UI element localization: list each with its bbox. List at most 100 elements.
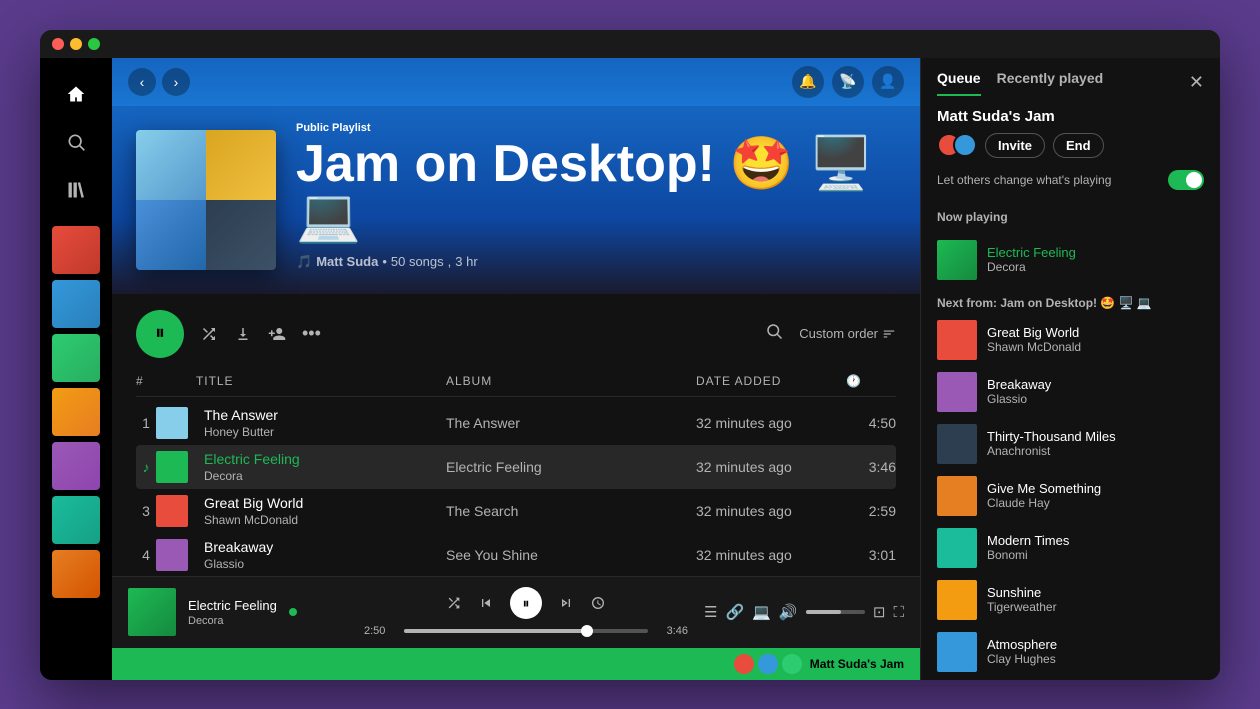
rp-queue-item[interactable]: Atmosphere Clay Hughes xyxy=(929,626,1212,678)
rp-current-track[interactable]: Electric Feeling Decora xyxy=(921,232,1220,288)
np-prev-button[interactable] xyxy=(478,595,494,611)
sidebar-item-home[interactable] xyxy=(56,74,96,114)
track-artist: Shawn McDonald xyxy=(204,513,446,527)
track-title: Great Big World xyxy=(204,495,446,511)
rp-jam-title: Matt Suda's Jam xyxy=(921,96,1220,133)
jam-bar[interactable]: Matt Suda's Jam xyxy=(112,648,920,680)
custom-order-button[interactable]: Custom order xyxy=(799,326,896,341)
track-thumbnail xyxy=(156,451,188,483)
rp-queue-item[interactable]: Sunshine Tigerweather xyxy=(929,574,1212,626)
np-title[interactable]: Electric Feeling xyxy=(188,598,277,613)
sidebar xyxy=(40,58,112,680)
np-volume-slider[interactable] xyxy=(806,610,865,614)
end-button[interactable]: End xyxy=(1053,133,1104,158)
sidebar-item-library[interactable] xyxy=(56,170,96,210)
np-next-button[interactable] xyxy=(558,595,574,611)
playlist-author[interactable]: Matt Suda xyxy=(316,254,378,269)
np-play-pause-button[interactable]: ⏸ xyxy=(510,587,542,619)
pause-button[interactable]: ⏸ xyxy=(136,310,184,358)
notifications-button[interactable]: 🔔 xyxy=(792,66,824,98)
invite-button[interactable]: Invite xyxy=(985,133,1045,158)
track-date: 32 minutes ago xyxy=(696,503,846,519)
forward-button[interactable]: › xyxy=(162,68,190,96)
progress-bar[interactable] xyxy=(404,629,648,633)
np-artist[interactable]: Decora xyxy=(188,615,277,627)
np-miniplayer-button[interactable]: ⊡ xyxy=(873,603,886,621)
rp-item-title: Give Me Something xyxy=(987,481,1204,496)
jam-bar-avatar-1 xyxy=(734,654,754,674)
toggle-switch[interactable] xyxy=(1168,170,1204,190)
now-playing-bar: Electric Feeling Decora ⏸ xyxy=(112,576,920,648)
fullscreen-button[interactable] xyxy=(88,38,100,50)
np-total-time: 3:46 xyxy=(656,625,688,637)
rp-item-thumbnail xyxy=(937,528,977,568)
header-duration-icon: 🕐 xyxy=(846,374,896,388)
tab-recently-played[interactable]: Recently played xyxy=(997,70,1104,96)
np-fullscreen-button[interactable]: ⛶ xyxy=(893,604,904,621)
rp-now-playing-label: Now playing xyxy=(921,202,1220,232)
sidebar-album-item[interactable] xyxy=(52,226,100,274)
nav-arrows: ‹ › xyxy=(128,68,190,96)
add-friend-button[interactable] xyxy=(268,325,286,343)
playlist-header: Public Playlist Jam on Desktop! 🤩 🖥️ 💻 🎵… xyxy=(112,106,920,294)
rp-queue-item[interactable]: Pick It Up Michael Minelli xyxy=(929,678,1212,680)
playlist-info: Public Playlist Jam on Desktop! 🤩 🖥️ 💻 🎵… xyxy=(296,122,896,270)
track-row[interactable]: 4 Breakaway Glassio See You Shine 32 min… xyxy=(136,533,896,576)
playlist-bullet: • xyxy=(382,254,387,269)
rp-queue-item[interactable]: Thirty-Thousand Miles Anachronist xyxy=(929,418,1212,470)
track-row[interactable]: ♪ Electric Feeling Decora Electric Feeli… xyxy=(136,445,896,489)
track-row[interactable]: 3 Great Big World Shawn McDonald The Sea… xyxy=(136,489,896,533)
rp-item-thumbnail xyxy=(937,632,977,672)
shuffle-button[interactable] xyxy=(200,325,218,343)
sidebar-album-item[interactable] xyxy=(52,388,100,436)
track-duration: 2:59 xyxy=(846,503,896,519)
playlist-controls: ⏸ ••• Custom order xyxy=(112,294,920,366)
rp-item-info: Thirty-Thousand Miles Anachronist xyxy=(987,429,1204,458)
np-shuffle-button[interactable] xyxy=(446,595,462,611)
np-volume-icon[interactable]: 🔊 xyxy=(779,603,798,621)
np-link-button[interactable]: 🔗 xyxy=(725,603,744,621)
track-duration: 3:01 xyxy=(846,547,896,563)
search-tracks-button[interactable] xyxy=(765,322,783,345)
sidebar-album-item[interactable] xyxy=(52,334,100,382)
art-cell-2 xyxy=(206,130,276,200)
minimize-button[interactable] xyxy=(70,38,82,50)
track-title: Electric Feeling xyxy=(204,451,446,467)
jam-bar-avatar-2 xyxy=(758,654,778,674)
rp-queue-item[interactable]: Breakaway Glassio xyxy=(929,366,1212,418)
sidebar-album-item[interactable] xyxy=(52,550,100,598)
playlist-separator: , xyxy=(448,254,452,269)
playlist-title: Jam on Desktop! 🤩 🖥️ 💻 xyxy=(296,138,896,242)
rp-item-info: Modern Times Bonomi xyxy=(987,533,1204,562)
tab-queue[interactable]: Queue xyxy=(937,70,981,96)
rp-item-info: Breakaway Glassio xyxy=(987,377,1204,406)
broadcast-button[interactable]: 📡 xyxy=(832,66,864,98)
rp-item-title: Modern Times xyxy=(987,533,1204,548)
np-lyrics-button[interactable] xyxy=(590,595,606,611)
sidebar-album-item[interactable] xyxy=(52,442,100,490)
rp-item-info: Great Big World Shawn McDonald xyxy=(987,325,1204,354)
np-queue-button[interactable]: ☰ xyxy=(704,603,717,621)
sidebar-album-item[interactable] xyxy=(52,496,100,544)
track-thumbnail xyxy=(156,407,188,439)
track-date: 32 minutes ago xyxy=(696,459,846,475)
download-button[interactable] xyxy=(234,325,252,343)
profile-button[interactable]: 👤 xyxy=(872,66,904,98)
rp-close-button[interactable]: ✕ xyxy=(1189,72,1204,93)
rp-queue-item[interactable]: Give Me Something Claude Hay xyxy=(929,470,1212,522)
more-options-button[interactable]: ••• xyxy=(302,323,321,344)
sidebar-album-item[interactable] xyxy=(52,280,100,328)
np-devices-button[interactable]: 💻 xyxy=(752,603,771,621)
np-thumbnail xyxy=(128,588,176,636)
rp-queue-item[interactable]: Great Big World Shawn McDonald xyxy=(929,314,1212,366)
np-right-controls: ☰ 🔗 💻 🔊 ⊡ ⛶ xyxy=(704,603,904,621)
close-button[interactable] xyxy=(52,38,64,50)
rp-queue-item[interactable]: Modern Times Bonomi xyxy=(929,522,1212,574)
track-row[interactable]: 1 The Answer Honey Butter The Answer 32 … xyxy=(136,401,896,445)
jam-bar-avatars xyxy=(734,654,802,674)
back-button[interactable]: ‹ xyxy=(128,68,156,96)
rp-current-artist: Decora xyxy=(987,260,1204,274)
rp-toggle-row: Let others change what's playing xyxy=(921,166,1220,202)
sidebar-item-search[interactable] xyxy=(56,122,96,162)
playlist-meta: 🎵 Matt Suda • 50 songs , 3 hr xyxy=(296,254,896,270)
